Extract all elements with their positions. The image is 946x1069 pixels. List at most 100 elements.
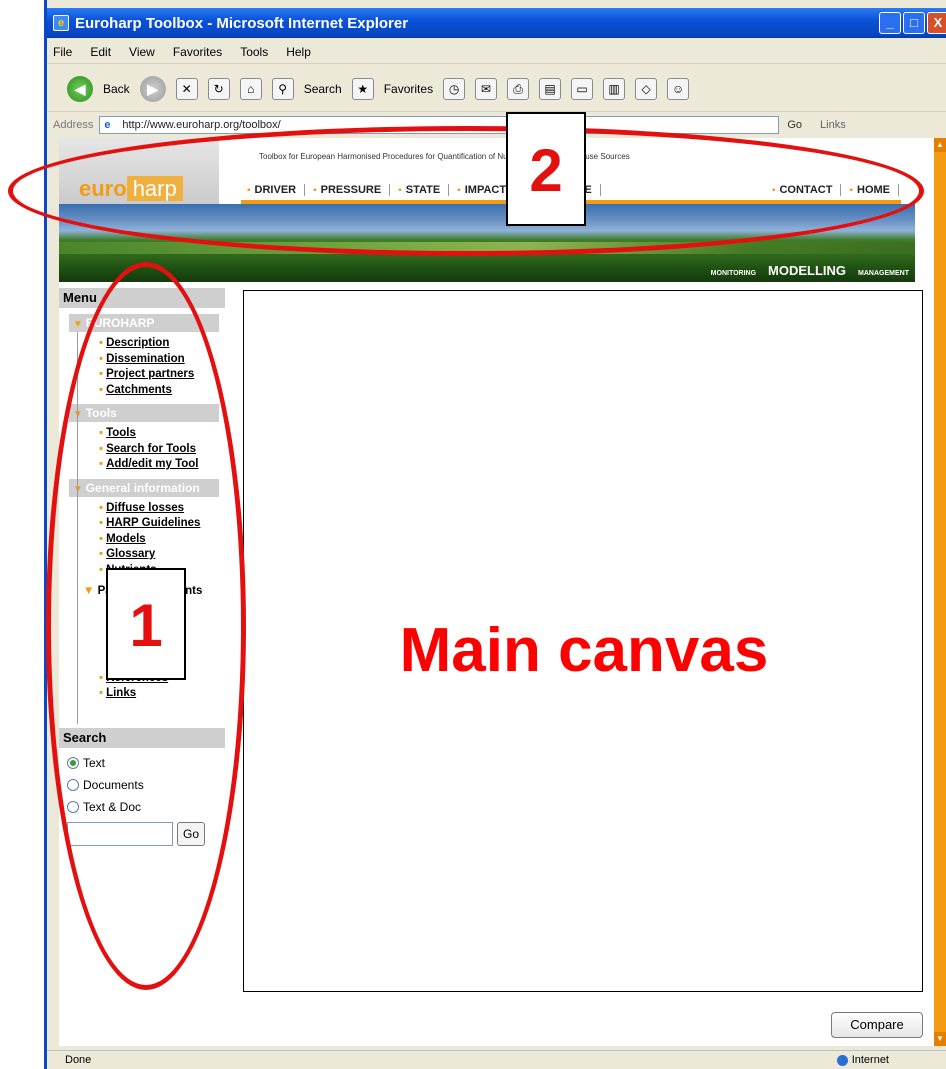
banner-labels: MONITORING MODELLING MANAGEMENT	[711, 263, 909, 278]
mail-icon[interactable]: ✉	[475, 77, 498, 100]
search-input[interactable]	[67, 821, 173, 846]
toolbar: ◀ Back ▶ ✕ ↻ ⌂ ⚲ Search ★ Favorites ◷ ✉ …	[47, 66, 946, 112]
radio-text-doc-label: Text & Doc	[83, 799, 142, 814]
site-logo[interactable]: euro harp	[79, 176, 183, 202]
radio-icon-checked[interactable]	[67, 756, 79, 769]
link-search-tools[interactable]: Search for Tools	[99, 442, 225, 458]
link-links[interactable]: Links	[99, 686, 225, 702]
back-icon[interactable]: ◀	[67, 75, 93, 102]
banner-monitoring[interactable]: MONITORING	[711, 270, 756, 277]
title-bar[interactable]: e Euroharp Toolbox - Microsoft Internet …	[47, 8, 946, 38]
search-icon[interactable]: ⚲	[271, 77, 294, 100]
menu-view[interactable]: View	[129, 45, 155, 59]
menu-favorites[interactable]: Favorites	[173, 45, 222, 59]
section-euroharp[interactable]: EUROHARP	[69, 314, 219, 332]
euroharp-links: Description Dissemination Project partne…	[99, 332, 225, 404]
search-go-button[interactable]: Go	[177, 821, 205, 846]
search-row: Go	[59, 821, 225, 846]
nav-driver[interactable]: DRIVER	[239, 184, 306, 196]
status-bar: Done Internet	[47, 1050, 946, 1069]
window-icon[interactable]: ◇	[635, 77, 658, 100]
notes-icon[interactable]: ▭	[571, 77, 594, 100]
menu-title: Menu	[59, 288, 225, 308]
zone-label: Internet	[851, 1054, 889, 1066]
go-button[interactable]: Go	[787, 119, 802, 131]
screenshot: e Euroharp Toolbox - Microsoft Internet …	[0, 0, 946, 1069]
nav-state[interactable]: STATE	[390, 184, 450, 196]
favorites-label[interactable]: Favorites	[384, 82, 433, 96]
back-label[interactable]: Back	[103, 82, 130, 96]
annotation-callout-2: 2	[506, 112, 586, 226]
close-button[interactable]: X	[927, 12, 946, 34]
stop-icon[interactable]: ✕	[175, 77, 198, 100]
window-controls: _ □ X	[879, 12, 946, 34]
window-title: Euroharp Toolbox - Microsoft Internet Ex…	[75, 14, 409, 32]
main-canvas-label: Main canvas	[399, 616, 769, 685]
logo-area: euro harp	[59, 138, 219, 208]
ie-icon: e	[53, 15, 69, 31]
research-icon[interactable]: ▥	[603, 77, 626, 100]
menu-edit[interactable]: Edit	[90, 45, 111, 59]
link-tools[interactable]: Tools	[99, 426, 225, 442]
radio-text-label: Text	[83, 755, 106, 770]
logo-euro: euro	[79, 176, 127, 201]
link-add-edit-tool[interactable]: Add/edit my Tool	[99, 457, 225, 473]
address-input[interactable]: http://www.euroharp.org/toolbox/	[99, 116, 780, 134]
messenger-icon[interactable]: ☺	[667, 77, 690, 100]
status-text: Done	[65, 1054, 92, 1066]
favorites-icon[interactable]: ★	[351, 77, 374, 100]
radio-text-doc[interactable]: Text & Doc	[59, 796, 225, 818]
link-models[interactable]: Models	[99, 532, 225, 548]
scroll-down-icon[interactable]: ▼	[934, 1032, 946, 1046]
link-glossary[interactable]: Glossary	[99, 547, 225, 563]
menu-tools[interactable]: Tools	[240, 45, 268, 59]
history-icon[interactable]: ◷	[443, 77, 466, 100]
banner-modelling[interactable]: MODELLING	[768, 263, 846, 278]
nav-home[interactable]: HOME	[841, 184, 899, 196]
radio-documents[interactable]: Documents	[59, 774, 225, 796]
maximize-button[interactable]: □	[903, 12, 925, 34]
minimize-button[interactable]: _	[879, 12, 901, 34]
menu-help[interactable]: Help	[286, 45, 311, 59]
main-canvas[interactable]: Main canvas	[243, 290, 923, 992]
radio-icon[interactable]	[67, 800, 79, 813]
forward-icon[interactable]: ▶	[139, 75, 166, 102]
search-label[interactable]: Search	[304, 82, 342, 96]
radio-documents-label: Documents	[83, 777, 144, 792]
subsection-arrow-icon: ▼	[83, 585, 98, 597]
radio-icon[interactable]	[67, 778, 79, 791]
browser-window: e Euroharp Toolbox - Microsoft Internet …	[44, 0, 946, 1069]
home-icon[interactable]: ⌂	[239, 77, 262, 100]
refresh-icon[interactable]: ↻	[207, 77, 230, 100]
radio-text[interactable]: Text	[59, 752, 225, 774]
link-catchments[interactable]: Catchments	[99, 383, 225, 399]
logo-harp: harp	[126, 176, 183, 201]
compare-button[interactable]: Compare	[831, 1012, 923, 1038]
link-description[interactable]: Description	[99, 336, 225, 352]
link-diffuse-losses[interactable]: Diffuse losses	[99, 501, 225, 517]
page-viewport: euro harp Toolbox for European Harmonised…	[59, 138, 937, 1046]
annotation-callout-1: 1	[106, 568, 186, 680]
menu-bar: File Edit View Favorites Tools Help	[47, 40, 946, 64]
section-tools[interactable]: Tools	[69, 404, 219, 422]
landscape-banner: MONITORING MODELLING MANAGEMENT	[59, 204, 915, 282]
link-harp-guidelines[interactable]: HARP Guidelines	[99, 516, 225, 532]
tools-links: Tools Search for Tools Add/edit my Tool	[99, 422, 225, 479]
nav-pressure[interactable]: PRESSURE	[305, 184, 391, 196]
links-button[interactable]: Links	[820, 119, 846, 131]
section-general-info[interactable]: General information	[69, 478, 219, 497]
link-dissemination[interactable]: Dissemination	[99, 352, 225, 368]
nav-contact[interactable]: CONTACT	[764, 184, 842, 196]
menu-file[interactable]: File	[53, 45, 72, 59]
link-project-partners[interactable]: Project partners	[99, 367, 225, 383]
edit-icon[interactable]: ▤	[539, 77, 562, 100]
address-label: Address	[53, 119, 94, 131]
status-zone: Internet	[836, 1054, 889, 1066]
vertical-scrollbar[interactable]: ▲ ▼	[934, 138, 946, 1046]
banner-management[interactable]: MANAGEMENT	[858, 270, 909, 277]
site-header: euro harp Toolbox for European Harmonised…	[59, 138, 915, 282]
search-title: Search	[59, 727, 225, 748]
scroll-up-icon[interactable]: ▲	[934, 138, 946, 152]
globe-icon	[836, 1054, 848, 1066]
print-icon[interactable]: ⎙	[507, 77, 530, 100]
